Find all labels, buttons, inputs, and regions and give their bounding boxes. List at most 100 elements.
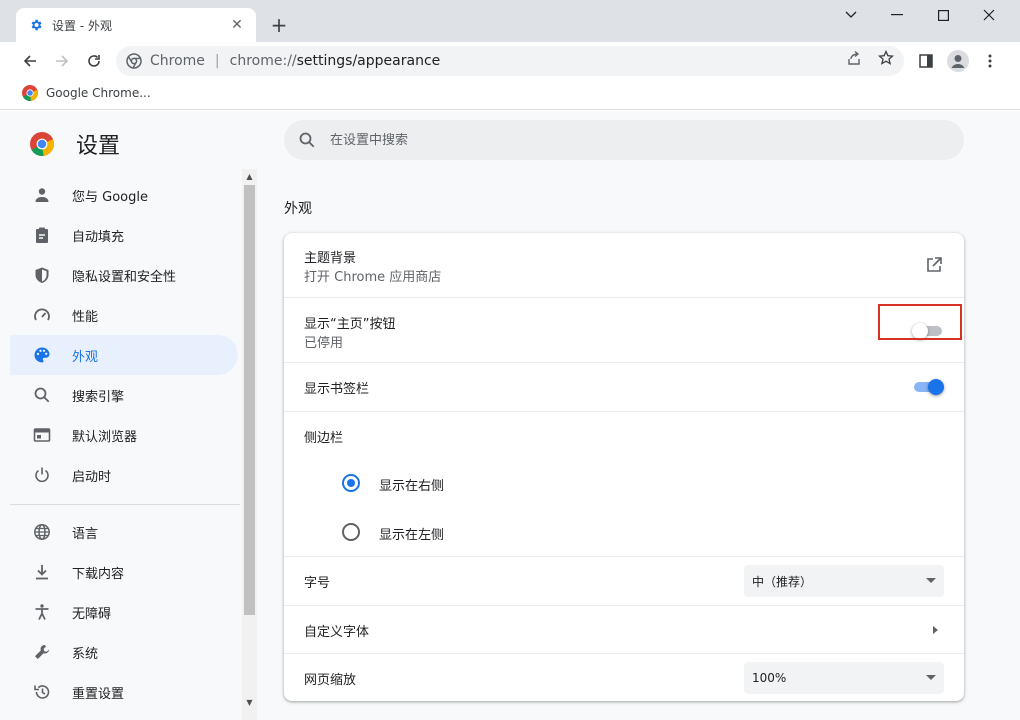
star-icon[interactable] bbox=[877, 49, 895, 67]
browser-window: 设置 - 外观 ✕ + Chrome | chrome:// settings/… bbox=[0, 0, 1020, 720]
more-menu-icon[interactable] bbox=[976, 47, 1004, 75]
search-icon bbox=[32, 385, 52, 405]
settings-search[interactable] bbox=[284, 120, 964, 160]
home-button-label: 显示“主页”按钮 bbox=[304, 317, 396, 332]
address-bar[interactable]: Chrome | chrome://settings/appearance bbox=[116, 46, 904, 76]
wrench-icon bbox=[32, 642, 52, 662]
page-zoom-row: 网页缩放 100% bbox=[284, 653, 964, 701]
history-icon bbox=[32, 682, 52, 702]
sidebar-item-label: 自动填充 bbox=[72, 229, 125, 245]
accessibility-icon bbox=[32, 602, 52, 622]
page-zoom-select[interactable]: 100% bbox=[744, 662, 944, 694]
sidebar-item-label: 外观 bbox=[72, 349, 99, 365]
sidebar-item-system[interactable]: 系统 bbox=[10, 632, 238, 672]
sidebar-item-label: 搜索引擎 bbox=[72, 389, 125, 405]
sidebar-item-label: 系统 bbox=[72, 646, 99, 662]
tab-settings[interactable]: 设置 - 外观 ✕ bbox=[16, 8, 256, 42]
radio-right-label[interactable]: 显示在右侧 bbox=[379, 475, 444, 494]
chrome-logo-icon bbox=[22, 85, 38, 101]
site-label: Chrome bbox=[150, 53, 205, 69]
sidebar-item-label: 启动时 bbox=[72, 469, 112, 485]
url-path: settings/appearance bbox=[296, 53, 441, 69]
scrollbar-thumb[interactable] bbox=[244, 185, 255, 615]
palette-icon bbox=[32, 345, 52, 365]
share-icon[interactable] bbox=[845, 49, 863, 67]
sidebar-item-search-engine[interactable]: 搜索引擎 bbox=[10, 375, 238, 415]
bookmarks-bar: Google Chrome... bbox=[0, 80, 1020, 110]
settings-sidebar: 您与 Google 自动填充隐私设置和安全性性能外观搜索引擎默认浏览器启动时语言下… bbox=[0, 169, 258, 720]
settings-page: 设置 您与 Google 自动填充隐私设置和安全性性能外观搜索引擎默认浏览器启动时… bbox=[0, 111, 1020, 720]
sidebar-item-label: 默认浏览器 bbox=[72, 429, 138, 445]
sidebar-divider bbox=[10, 504, 240, 505]
browser-icon bbox=[32, 425, 52, 445]
maximize-icon[interactable] bbox=[920, 0, 966, 30]
url-scheme: chrome:// bbox=[229, 53, 297, 69]
window-close-icon[interactable] bbox=[966, 0, 1012, 30]
page-title: 设置 bbox=[76, 134, 121, 159]
dropdown-caret-icon bbox=[926, 675, 936, 680]
home-button-row: 显示“主页”按钮 已停用 bbox=[284, 297, 964, 362]
tab-search-icon[interactable] bbox=[828, 0, 874, 30]
download-icon bbox=[32, 562, 52, 582]
sidebar-item-languages[interactable]: 语言 bbox=[10, 512, 238, 552]
back-icon[interactable] bbox=[16, 47, 44, 75]
scroll-up-icon[interactable]: ▲ bbox=[242, 169, 257, 183]
new-tab-button[interactable]: + bbox=[268, 13, 290, 37]
theme-label: 主题背景 bbox=[304, 251, 357, 266]
sidebar-item-on-startup[interactable]: 启动时 bbox=[10, 455, 238, 495]
theme-row[interactable]: 主题背景 打开 Chrome 应用商店 bbox=[284, 233, 964, 297]
font-size-select[interactable]: 中（推荐） bbox=[744, 565, 944, 597]
page-zoom-value: 100% bbox=[752, 671, 787, 685]
sidebar-item-you-and-google[interactable]: 您与 Google bbox=[10, 175, 238, 215]
custom-fonts-row[interactable]: 自定义字体 bbox=[284, 605, 964, 653]
side-panel-icon[interactable] bbox=[912, 47, 940, 75]
theme-sub: 打开 Chrome 应用商店 bbox=[304, 270, 442, 285]
forward-icon[interactable] bbox=[48, 47, 76, 75]
sidebar-item-default-browser[interactable]: 默认浏览器 bbox=[10, 415, 238, 455]
bookmark-label: Google Chrome... bbox=[46, 86, 151, 100]
tab-close-icon[interactable]: ✕ bbox=[228, 16, 246, 34]
toggle-knob bbox=[928, 379, 944, 395]
bookmarks-bar-toggle[interactable] bbox=[912, 379, 944, 395]
side-panel-label: 侧边栏 bbox=[304, 431, 344, 446]
radio-left-label[interactable]: 显示在左侧 bbox=[379, 524, 444, 543]
sidebar-scrollbar[interactable]: ▲ ▼ bbox=[242, 169, 257, 720]
sidebar-item-label: 无障碍 bbox=[72, 606, 112, 622]
gear-icon bbox=[28, 17, 44, 33]
appearance-card: 主题背景 打开 Chrome 应用商店 显示“主页”按钮 已停用 显示书签栏 侧… bbox=[284, 233, 964, 701]
bookmarks-bar-row: 显示书签栏 bbox=[284, 362, 964, 411]
radio-left[interactable] bbox=[342, 523, 360, 541]
power-icon bbox=[32, 465, 52, 485]
toolbar: Chrome | chrome://settings/appearance bbox=[0, 42, 1020, 80]
url-separator: | bbox=[214, 53, 220, 69]
chrome-site-icon bbox=[126, 53, 142, 69]
sidebar-item-label: 重置设置 bbox=[72, 686, 125, 702]
speedometer-icon bbox=[32, 305, 52, 325]
external-link-icon[interactable] bbox=[924, 255, 944, 275]
sidebar-item-privacy[interactable]: 隐私设置和安全性 bbox=[10, 255, 238, 295]
sidebar-item-downloads[interactable]: 下载内容 bbox=[10, 552, 238, 592]
search-icon bbox=[299, 132, 315, 148]
sidebar-item-label: 语言 bbox=[72, 526, 99, 542]
sidebar-item-label: 您与 Google bbox=[72, 189, 148, 205]
bookmark-item[interactable]: Google Chrome... bbox=[22, 85, 151, 101]
font-size-label: 字号 bbox=[304, 576, 331, 591]
minimize-icon[interactable] bbox=[874, 0, 920, 30]
scroll-down-icon[interactable]: ▼ bbox=[242, 695, 257, 709]
tab-strip: 设置 - 外观 ✕ + bbox=[0, 0, 1020, 42]
sidebar-item-performance[interactable]: 性能 bbox=[10, 295, 238, 335]
sidebar-item-reset[interactable]: 重置设置 bbox=[10, 672, 238, 712]
sidebar-item-autofill[interactable]: 自动填充 bbox=[10, 215, 238, 255]
clipboard-icon bbox=[32, 225, 52, 245]
page-zoom-label: 网页缩放 bbox=[304, 673, 357, 688]
radio-right[interactable] bbox=[342, 474, 360, 492]
sidebar-item-label: 性能 bbox=[72, 309, 99, 325]
sidebar-item-accessibility[interactable]: 无障碍 bbox=[10, 592, 238, 632]
sidebar-item-appearance[interactable]: 外观 bbox=[10, 335, 238, 375]
side-panel-row: 侧边栏 显示在右侧 显示在左侧 bbox=[284, 411, 964, 556]
chevron-right-icon bbox=[933, 626, 938, 634]
profile-avatar-icon[interactable] bbox=[944, 47, 972, 75]
reload-icon[interactable] bbox=[80, 47, 108, 75]
chrome-logo-icon bbox=[30, 132, 54, 156]
search-input[interactable] bbox=[330, 132, 930, 148]
